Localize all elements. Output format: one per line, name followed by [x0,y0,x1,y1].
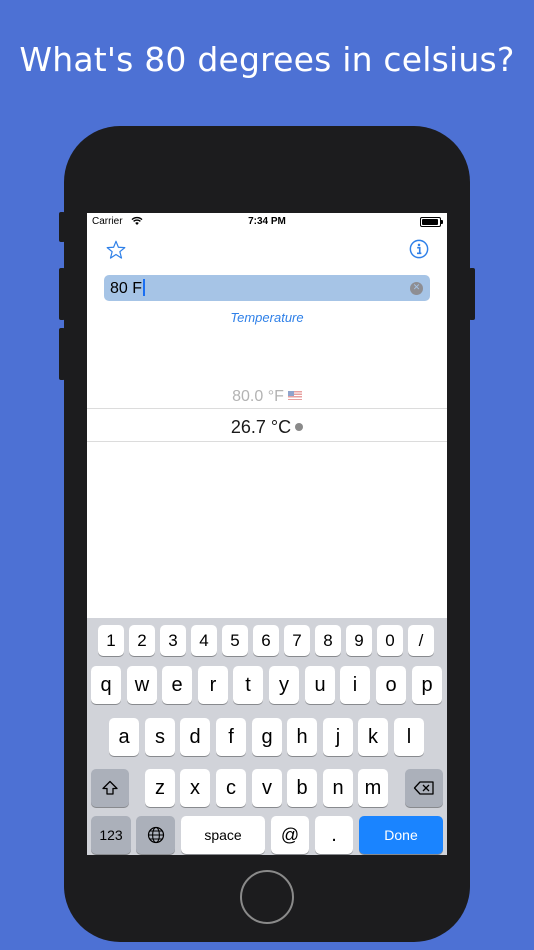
target-result-row[interactable]: 26.7 °C [87,417,447,438]
us-flag-icon [287,391,302,400]
clear-icon[interactable]: ✕ [410,282,423,295]
clock: 7:34 PM [248,216,286,227]
numbers-key[interactable]: 123 [91,816,131,854]
key-x[interactable]: x [180,769,210,807]
key-k[interactable]: k [358,718,388,756]
key-1[interactable]: 1 [98,625,124,656]
key-l[interactable]: l [394,718,424,756]
key-7[interactable]: 7 [284,625,310,656]
key-s[interactable]: s [145,718,175,756]
key-b[interactable]: b [287,769,317,807]
shift-key[interactable] [91,769,129,807]
shift-icon [102,780,118,795]
power-button [469,268,475,320]
key-i[interactable]: i [340,666,370,704]
volume-down-button [59,328,65,380]
period-key[interactable]: . [315,816,353,854]
globe-key[interactable] [136,816,175,854]
delete-key[interactable] [405,769,443,807]
key-p[interactable]: p [412,666,442,704]
key-e[interactable]: e [162,666,192,704]
key-f[interactable]: f [216,718,246,756]
key-9[interactable]: 9 [346,625,372,656]
key-5[interactable]: 5 [222,625,248,656]
key-y[interactable]: y [269,666,299,704]
key-6[interactable]: 6 [253,625,279,656]
key-w[interactable]: w [127,666,157,704]
key-m[interactable]: m [358,769,388,807]
target-value: 26.7 °C [230,417,292,437]
key-d[interactable]: d [180,718,210,756]
headline: What's 80 degrees in celsius? [19,40,515,79]
volume-up-button [59,268,65,320]
status-bar: Carrier 7:34 PM [87,213,447,231]
home-button[interactable] [240,870,294,924]
key-a[interactable]: a [109,718,139,756]
key-slash[interactable]: / [408,625,434,656]
key-t[interactable]: t [233,666,263,704]
key-n[interactable]: n [323,769,353,807]
key-2[interactable]: 2 [129,625,155,656]
divider [87,408,447,409]
key-4[interactable]: 4 [191,625,217,656]
category-label[interactable]: Temperature [87,310,447,325]
backspace-icon [413,781,434,795]
key-o[interactable]: o [376,666,406,704]
key-3[interactable]: 3 [160,625,186,656]
mute-switch [59,212,65,242]
info-icon[interactable] [409,239,429,259]
key-h[interactable]: h [287,718,317,756]
text-caret [143,279,146,296]
key-v[interactable]: v [252,769,282,807]
key-r[interactable]: r [198,666,228,704]
metric-dot-icon [295,423,304,431]
done-button[interactable]: Done [359,816,443,854]
key-u[interactable]: u [305,666,335,704]
star-icon[interactable] [105,239,127,261]
at-key[interactable]: @ [271,816,309,854]
search-field[interactable]: 80 F ✕ [104,275,430,301]
keyboard: 1 2 3 4 5 6 7 8 9 0 / q w e r t y u i o … [87,618,447,855]
battery-icon [420,217,443,227]
key-8[interactable]: 8 [315,625,341,656]
app-screen: Carrier 7:34 PM 80 F ✕ Temperature 80.0 … [87,213,447,855]
key-g[interactable]: g [252,718,282,756]
key-z[interactable]: z [145,769,175,807]
space-key[interactable]: space [181,816,265,854]
key-q[interactable]: q [91,666,121,704]
search-input[interactable]: 80 F [110,280,142,297]
key-c[interactable]: c [216,769,246,807]
divider [87,441,447,442]
source-result-row[interactable]: 80.0 °F [87,388,447,406]
globe-icon [147,826,164,844]
key-j[interactable]: j [323,718,353,756]
source-value: 80.0 °F [232,388,284,405]
key-0[interactable]: 0 [377,625,403,656]
